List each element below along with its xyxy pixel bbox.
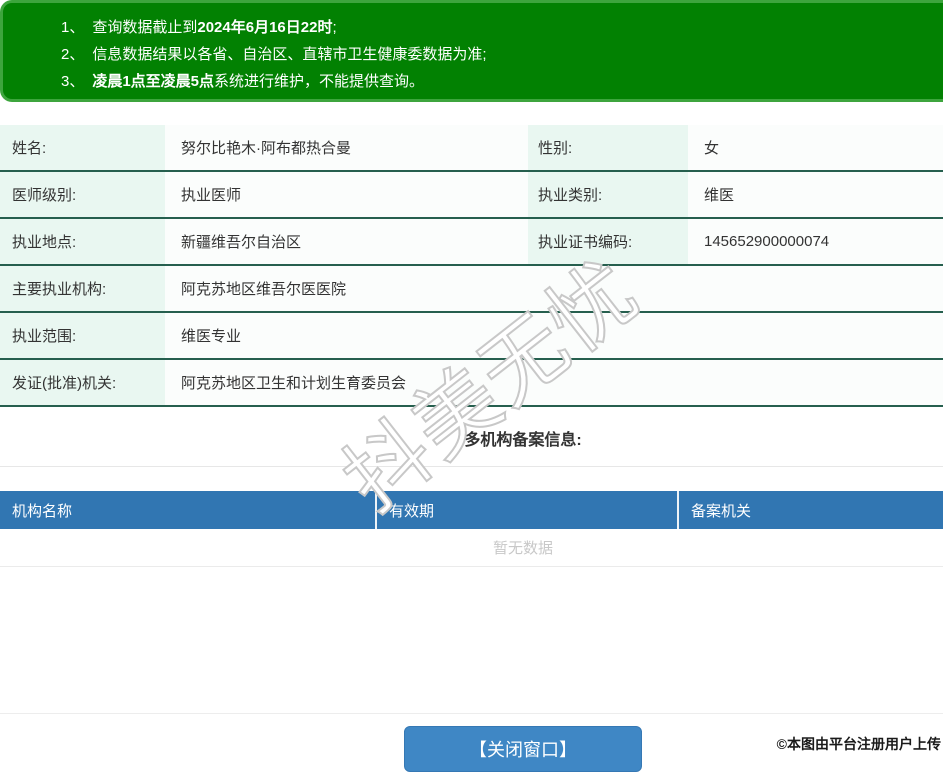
notice-number: 1、: [61, 19, 85, 36]
notice-number: 2、: [61, 46, 85, 63]
notice-text: 系统进行维护，不能提供查询。: [214, 73, 425, 90]
notice-number: 3、: [61, 73, 85, 90]
divider: [0, 466, 943, 467]
filing-section-title: 多机构备案信息:: [464, 432, 582, 449]
issuer-value: 阿克苏地区卫生和计划生育委员会: [181, 375, 407, 392]
notice-line-1: 1、 查询数据截止到2024年6月16日22时;: [61, 14, 943, 41]
gender-value: 女: [704, 140, 720, 157]
column-header-validity: 有效期: [375, 491, 677, 529]
notice-line-3: 3、 凌晨1点至凌晨5点系统进行维护，不能提供查询。: [61, 68, 943, 95]
close-window-button[interactable]: 【关闭窗口】: [404, 726, 642, 772]
level-value: 执业医师: [181, 187, 242, 204]
upload-credit-text: ©本图由平台注册用户上传: [776, 736, 941, 752]
table-row: 执业地点: 新疆维吾尔自治区 执业证书编码: 145652900000074: [0, 219, 943, 266]
notice-banner: 1、 查询数据截止到2024年6月16日22时; 2、 信息数据结果以各省、自治区、…: [0, 0, 943, 102]
page: 1、 查询数据截止到2024年6月16日22时; 2、 信息数据结果以各省、自治区、…: [0, 0, 943, 772]
scope-value: 维医专业: [181, 328, 242, 345]
cert-no-label: 执业证书编码:: [528, 219, 688, 264]
notice-text: 查询数据截止到: [92, 19, 198, 36]
cert-no-value: 145652900000074: [704, 233, 830, 250]
filing-table-header: 机构名称 有效期 备案机关: [0, 491, 943, 529]
scope-label: 执业范围:: [0, 313, 165, 358]
table-row: 发证(批准)机关: 阿克苏地区卫生和计划生育委员会: [0, 360, 943, 407]
level-label: 医师级别:: [0, 172, 165, 217]
table-row: 医师级别: 执业医师 执业类别: 维医: [0, 172, 943, 219]
table-row: 姓名: 努尔比艳木·阿布都热合曼 性别: 女: [0, 125, 943, 172]
empty-data-message: 暂无数据: [0, 529, 943, 567]
main-org-label: 主要执业机构:: [0, 266, 165, 311]
gender-label: 性别:: [528, 125, 688, 170]
table-row: 主要执业机构: 阿克苏地区维吾尔医医院: [0, 266, 943, 313]
main-org-value: 阿克苏地区维吾尔医医院: [181, 281, 347, 298]
name-value: 努尔比艳木·阿布都热合曼: [181, 140, 351, 157]
issuer-label: 发证(批准)机关:: [0, 360, 165, 405]
location-value: 新疆维吾尔自治区: [181, 234, 302, 251]
location-label: 执业地点:: [0, 219, 165, 264]
notice-text: 信息数据结果以各省、自治区、直辖市卫生健康委数据为准;: [92, 46, 487, 63]
notice-text: ;: [332, 19, 337, 36]
column-header-filing-authority: 备案机关: [677, 491, 943, 529]
category-label: 执业类别:: [528, 172, 688, 217]
notice-bold-text: 凌晨1点至凌晨5点: [92, 73, 215, 90]
notice-bold-text: 2024年6月16日22时: [197, 19, 333, 36]
doctor-info-table: 姓名: 努尔比艳木·阿布都热合曼 性别: 女 医师级别: 执业医师 执业类别: …: [0, 125, 943, 407]
notice-line-2: 2、 信息数据结果以各省、自治区、直辖市卫生健康委数据为准;: [61, 41, 943, 68]
name-label: 姓名:: [0, 125, 165, 170]
table-row: 执业范围: 维医专业: [0, 313, 943, 360]
column-header-org-name: 机构名称: [12, 502, 73, 520]
category-value: 维医: [704, 187, 735, 204]
